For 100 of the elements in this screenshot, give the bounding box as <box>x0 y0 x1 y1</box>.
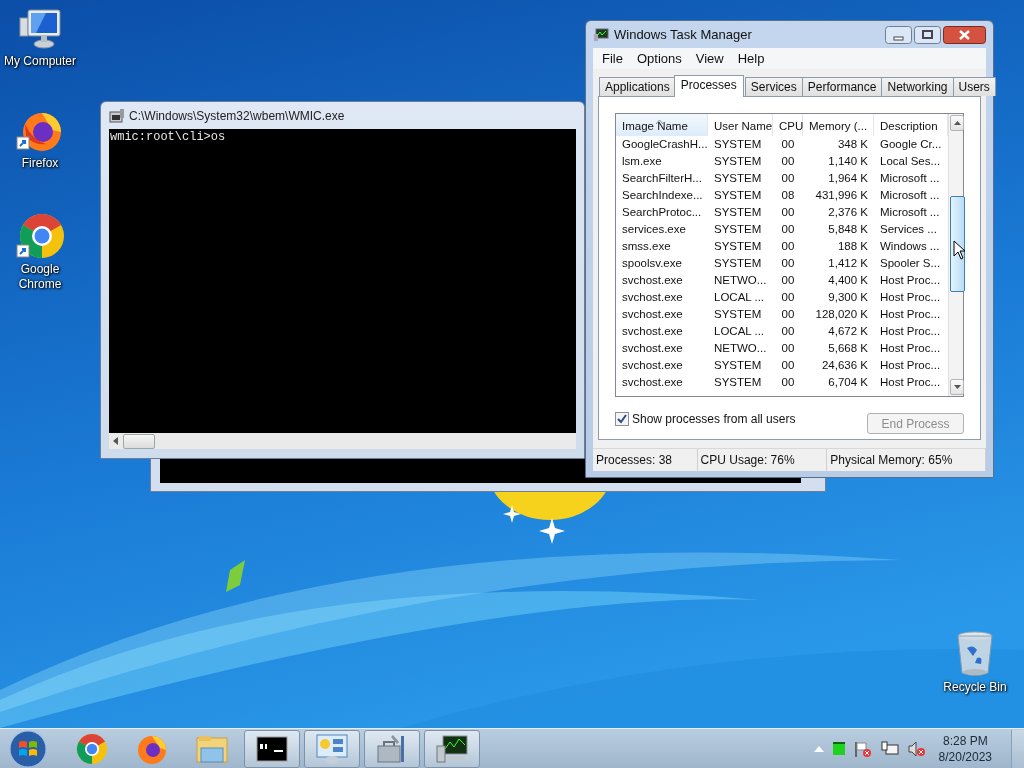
table-cell-text: NETWO... <box>713 273 768 288</box>
tab[interactable]: Networking <box>881 77 954 96</box>
speaker-icon[interactable] <box>907 740 926 757</box>
folder-icon <box>195 733 229 764</box>
vertical-scrollbar[interactable] <box>948 114 963 396</box>
table-cell-text: 00 <box>780 341 796 356</box>
table-cell-text: svchost.exe <box>621 273 684 288</box>
table-cell-text: Host Proc... <box>879 307 942 322</box>
table-cell-text: 4,672 K <box>827 324 869 339</box>
scroll-thumb[interactable] <box>123 433 155 449</box>
table-cell-text: svchost.exe <box>621 290 684 305</box>
tab[interactable]: Users <box>952 77 996 96</box>
pointer-icon <box>953 240 966 260</box>
table-cell-text: 00 <box>780 256 796 271</box>
table-cell-text: 00 <box>780 375 796 390</box>
table-cell-text: SearchFilterH... <box>621 171 703 186</box>
table-cell-text: 08 <box>780 188 796 203</box>
table-cell-text: 9,300 K <box>827 290 869 305</box>
desktop-icon[interactable]: Firefox <box>2 110 78 171</box>
window-title: C:\Windows\System32\wbem\WMIC.exe <box>129 108 345 123</box>
window-title: Windows Task Manager <box>614 27 753 42</box>
table-cell-text: SYSTEM <box>713 137 763 152</box>
table-cell-text: services.exe <box>621 222 687 237</box>
table-cell-text: 00 <box>780 154 796 169</box>
table-cell-text: Host Proc... <box>879 290 942 305</box>
table-cell-text: SearchProtoc... <box>621 205 703 220</box>
table-cell-text: SYSTEM <box>713 222 763 237</box>
tab[interactable]: Performance <box>801 77 883 96</box>
table-cell-text: svchost.exe <box>621 307 684 322</box>
table-cell-text: Google Cr... <box>879 137 943 152</box>
table-cell-text: 5,848 K <box>827 222 869 237</box>
table-cell-text: 00 <box>780 137 796 152</box>
table-cell-text: 431,996 K <box>814 188 869 203</box>
column-header[interactable]: Image Name <box>616 114 708 136</box>
arrow-up-icon <box>953 121 961 125</box>
chrome-icon <box>76 732 108 765</box>
status-text: CPU Usage: 76% <box>697 449 828 471</box>
table-cell-text: 348 K <box>836 137 869 152</box>
scroll-down-button[interactable] <box>950 379 964 395</box>
menu-item[interactable]: View <box>688 51 731 66</box>
table-cell-text: 00 <box>780 358 796 373</box>
clock-time: 8:28 PM <box>942 732 988 749</box>
tab[interactable]: Applications <box>599 77 676 96</box>
column-header[interactable]: User Name <box>708 114 773 136</box>
table-cell-text: 00 <box>780 171 796 186</box>
table-cell-text: SYSTEM <box>713 375 763 390</box>
table-cell-text: SYSTEM <box>713 358 763 373</box>
checkbox-label: Show processes from all users <box>632 412 796 426</box>
status-text: Processes: 38 <box>593 449 698 471</box>
menu-item[interactable]: Help <box>730 51 772 66</box>
clock-date: 8/20/2023 <box>938 748 992 765</box>
task-manager-icon <box>593 27 609 42</box>
table-cell-text: Microsoft ... <box>879 171 941 186</box>
table-cell-text: svchost.exe <box>621 358 684 373</box>
checkbox[interactable] <box>615 412 629 426</box>
desktop-icon[interactable]: My Computer <box>2 8 78 69</box>
table-cell-text: svchost.exe <box>621 324 684 339</box>
table-cell-text: SYSTEM <box>713 188 763 203</box>
status-text: Physical Memory: 65% <box>827 449 986 471</box>
table-cell-text: Services ... <box>879 222 938 237</box>
tab[interactable]: Processes <box>673 75 744 97</box>
table-cell-text: lsm.exe <box>621 154 663 169</box>
menu-item[interactable]: File <box>595 51 630 66</box>
table-cell-text: Host Proc... <box>879 358 942 373</box>
table-cell-text: 4,400 K <box>827 273 869 288</box>
clock[interactable]: 8:28 PM 8/20/2023 <box>938 732 992 765</box>
table-cell-text: 1,964 K <box>827 171 869 186</box>
column-header[interactable]: CPU <box>773 114 803 136</box>
table-cell-text: 00 <box>780 290 796 305</box>
table-cell-text: GoogleCrashH... <box>621 137 708 152</box>
table-cell-text: SYSTEM <box>713 307 763 322</box>
taskbar-button[interactable] <box>244 729 300 768</box>
table-cell-text: SYSTEM <box>713 154 763 169</box>
flag-icon[interactable] <box>853 740 872 757</box>
table-cell-text: 5,668 K <box>827 341 869 356</box>
table-cell-text: SearchIndexe... <box>621 188 704 203</box>
scroll-up-button[interactable] <box>950 115 964 131</box>
table-cell-text: 00 <box>780 307 796 322</box>
table-cell-text: Host Proc... <box>879 324 942 339</box>
taskbar-button[interactable] <box>424 729 480 768</box>
table-cell-text: spoolsv.exe <box>621 256 683 271</box>
menu-item[interactable]: Options <box>629 51 689 66</box>
table-cell-text: 1,140 K <box>827 154 869 169</box>
scroll-thumb[interactable] <box>950 196 965 292</box>
table-cell-text: NETWO... <box>713 341 768 356</box>
close-button[interactable] <box>943 25 986 44</box>
network-icon[interactable] <box>880 740 899 757</box>
horizontal-scrollbar[interactable] <box>109 433 576 449</box>
table-cell-text: 24,636 K <box>820 358 869 373</box>
tab[interactable]: Services <box>744 77 803 96</box>
column-header[interactable]: Memory (... <box>803 114 874 136</box>
tray-app-icon[interactable] <box>832 742 845 755</box>
table-cell-text: SYSTEM <box>713 239 763 254</box>
desktop-icon[interactable]: Google Chrome <box>2 212 78 292</box>
console-line: wmic:root\cli>os <box>110 130 227 144</box>
table-cell-text: 00 <box>780 205 796 220</box>
table-cell-text: 00 <box>780 273 796 288</box>
maximize-button[interactable] <box>914 25 941 44</box>
minimize-button[interactable] <box>885 25 912 44</box>
table-cell-text: Microsoft ... <box>879 205 941 220</box>
